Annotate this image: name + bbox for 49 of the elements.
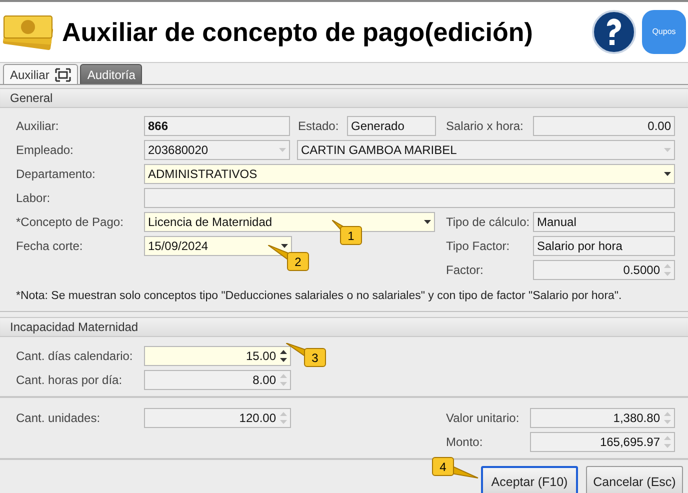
spin-field[interactable]: 1,380.80	[530, 408, 675, 428]
dropdown-field[interactable]: 203680020	[144, 140, 290, 160]
spin-field[interactable]: 8.00	[144, 370, 291, 390]
expand-icon[interactable]	[55, 68, 72, 82]
tab[interactable]: Auxiliar	[3, 64, 78, 84]
spin-field[interactable]: 120.00	[144, 408, 291, 428]
text-field[interactable]: Salario por hora	[533, 236, 675, 256]
text-field[interactable]	[144, 188, 675, 208]
field-label: Empleado:	[16, 142, 74, 159]
help-icon[interactable]	[592, 10, 636, 54]
tab[interactable]: Auditoría	[80, 64, 142, 84]
field-label: *Concepto de Pago:	[16, 214, 124, 231]
field-label: Auxiliar:	[16, 118, 60, 135]
dialog-button[interactable]: Cancelar (Esc)	[586, 466, 683, 493]
field-label: Tipo de cálculo:	[446, 214, 531, 231]
spin-arrows-icon[interactable]	[280, 350, 287, 362]
dropdown-field[interactable]: 15/09/2024	[144, 236, 292, 256]
field-label: Monto:	[446, 434, 484, 452]
text-field[interactable]: Manual	[533, 212, 675, 232]
app-logo: Qupos	[642, 10, 686, 54]
spin-field[interactable]: 165,695.97	[530, 432, 675, 452]
field-label: Departamento:	[16, 166, 96, 183]
field-label: Labor:	[16, 190, 52, 207]
field-label: Cant. días calendario:	[16, 348, 134, 366]
field-label: Cant. unidades:	[16, 410, 102, 428]
spin-field[interactable]: 15.00	[144, 346, 291, 366]
field-label: Estado:	[298, 118, 340, 135]
text-field[interactable]: 0.00	[533, 116, 675, 136]
section-header: General	[0, 88, 688, 108]
money-icon	[2, 13, 56, 51]
field-label: Tipo Factor:	[446, 238, 511, 255]
field-label: Cant. horas por día:	[16, 372, 124, 390]
text-field[interactable]: Generado	[347, 116, 436, 136]
spin-field[interactable]: 0.5000	[533, 260, 675, 280]
field-label: Fecha corte:	[16, 238, 84, 255]
dropdown-field[interactable]: Licencia de Maternidad	[144, 212, 435, 232]
dropdown-field[interactable]: CARTIN GAMBOA MARIBEL	[297, 140, 675, 160]
window-title: Auxiliar de concepto de pago(edición)	[62, 16, 533, 48]
text-field[interactable]: 866	[144, 116, 290, 136]
section-header: Incapacidad Maternidad	[0, 317, 688, 338]
dropdown-arrow-icon[interactable]	[424, 220, 431, 224]
note-text: *Nota: Se muestran solo conceptos tipo "Deducciones salariales o no salariales" y con tipo de factor "Salario por hora".	[16, 289, 623, 304]
dropdown-arrow-icon[interactable]	[664, 172, 671, 176]
dropdown-arrow-icon[interactable]	[281, 244, 288, 248]
dialog-button[interactable]: Aceptar (F10)	[481, 466, 578, 493]
field-label: Salario x hora:	[446, 118, 524, 135]
field-label: Factor:	[446, 262, 484, 279]
dropdown-field[interactable]: ADMINISTRATIVOS	[144, 164, 675, 184]
field-label: Valor unitario:	[446, 410, 520, 428]
